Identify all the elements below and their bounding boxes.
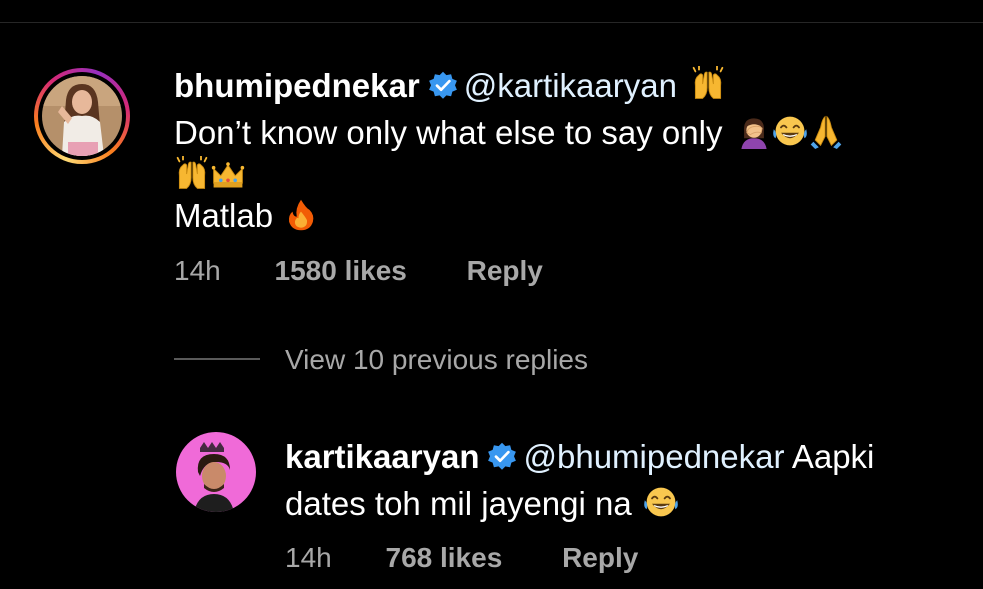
reply-text-line: dates toh mil jayengi na bbox=[285, 484, 679, 520]
comment-reply-button[interactable]: Reply bbox=[467, 255, 543, 286]
reply-reply-button[interactable]: Reply bbox=[562, 542, 638, 573]
comment-username[interactable]: bhumipednekar bbox=[174, 67, 420, 104]
verified-badge-icon bbox=[428, 71, 458, 101]
tears-of-joy-icon bbox=[772, 113, 808, 149]
comment-time: 14h bbox=[174, 255, 221, 286]
crown-icon bbox=[210, 156, 246, 192]
woman-facepalming-icon bbox=[736, 113, 772, 149]
reply-text: dates toh mil jayengi na bbox=[285, 485, 632, 522]
comment-meta: 14h 1580 likes Reply bbox=[174, 257, 543, 285]
top-divider bbox=[0, 22, 983, 23]
reply-mention[interactable]: @bhumipednekar bbox=[523, 438, 784, 475]
reply-time: 14h bbox=[285, 542, 332, 573]
view-replies-line bbox=[174, 358, 260, 360]
reply-meta: 14h 768 likes Reply bbox=[285, 544, 638, 572]
view-previous-replies-button[interactable]: View 10 previous replies bbox=[285, 346, 588, 374]
comment-text: Don’t know only what else to say only bbox=[174, 114, 723, 151]
tears-of-joy-icon bbox=[643, 484, 679, 520]
folded-hands-icon bbox=[808, 113, 844, 149]
fire-icon bbox=[284, 198, 318, 232]
comment-text-line-2: Matlab bbox=[174, 198, 318, 232]
comment-likes[interactable]: 1580 likes bbox=[275, 255, 407, 286]
reply-username[interactable]: kartikaaryan bbox=[285, 438, 479, 475]
reply-avatar[interactable] bbox=[176, 432, 256, 512]
comment-emoji-line bbox=[174, 156, 246, 192]
reply-header: kartikaaryan @bhumipednekar Aapki bbox=[285, 440, 874, 473]
verified-badge-icon bbox=[487, 442, 517, 472]
comment-text-matlab: Matlab bbox=[174, 197, 274, 234]
reply-likes[interactable]: 768 likes bbox=[386, 542, 503, 573]
reply-text-start: Aapki bbox=[791, 438, 875, 475]
comment-header: bhumipednekar @kartikaaryan bbox=[174, 66, 726, 102]
comment-mention[interactable]: @kartikaaryan bbox=[464, 67, 677, 104]
comment-avatar-ring[interactable] bbox=[34, 68, 130, 164]
raising-hands-icon bbox=[690, 66, 726, 102]
comment-text-line: Don’t know only what else to say only bbox=[174, 113, 844, 149]
raising-hands-icon bbox=[174, 156, 210, 192]
avatar bbox=[42, 76, 122, 156]
